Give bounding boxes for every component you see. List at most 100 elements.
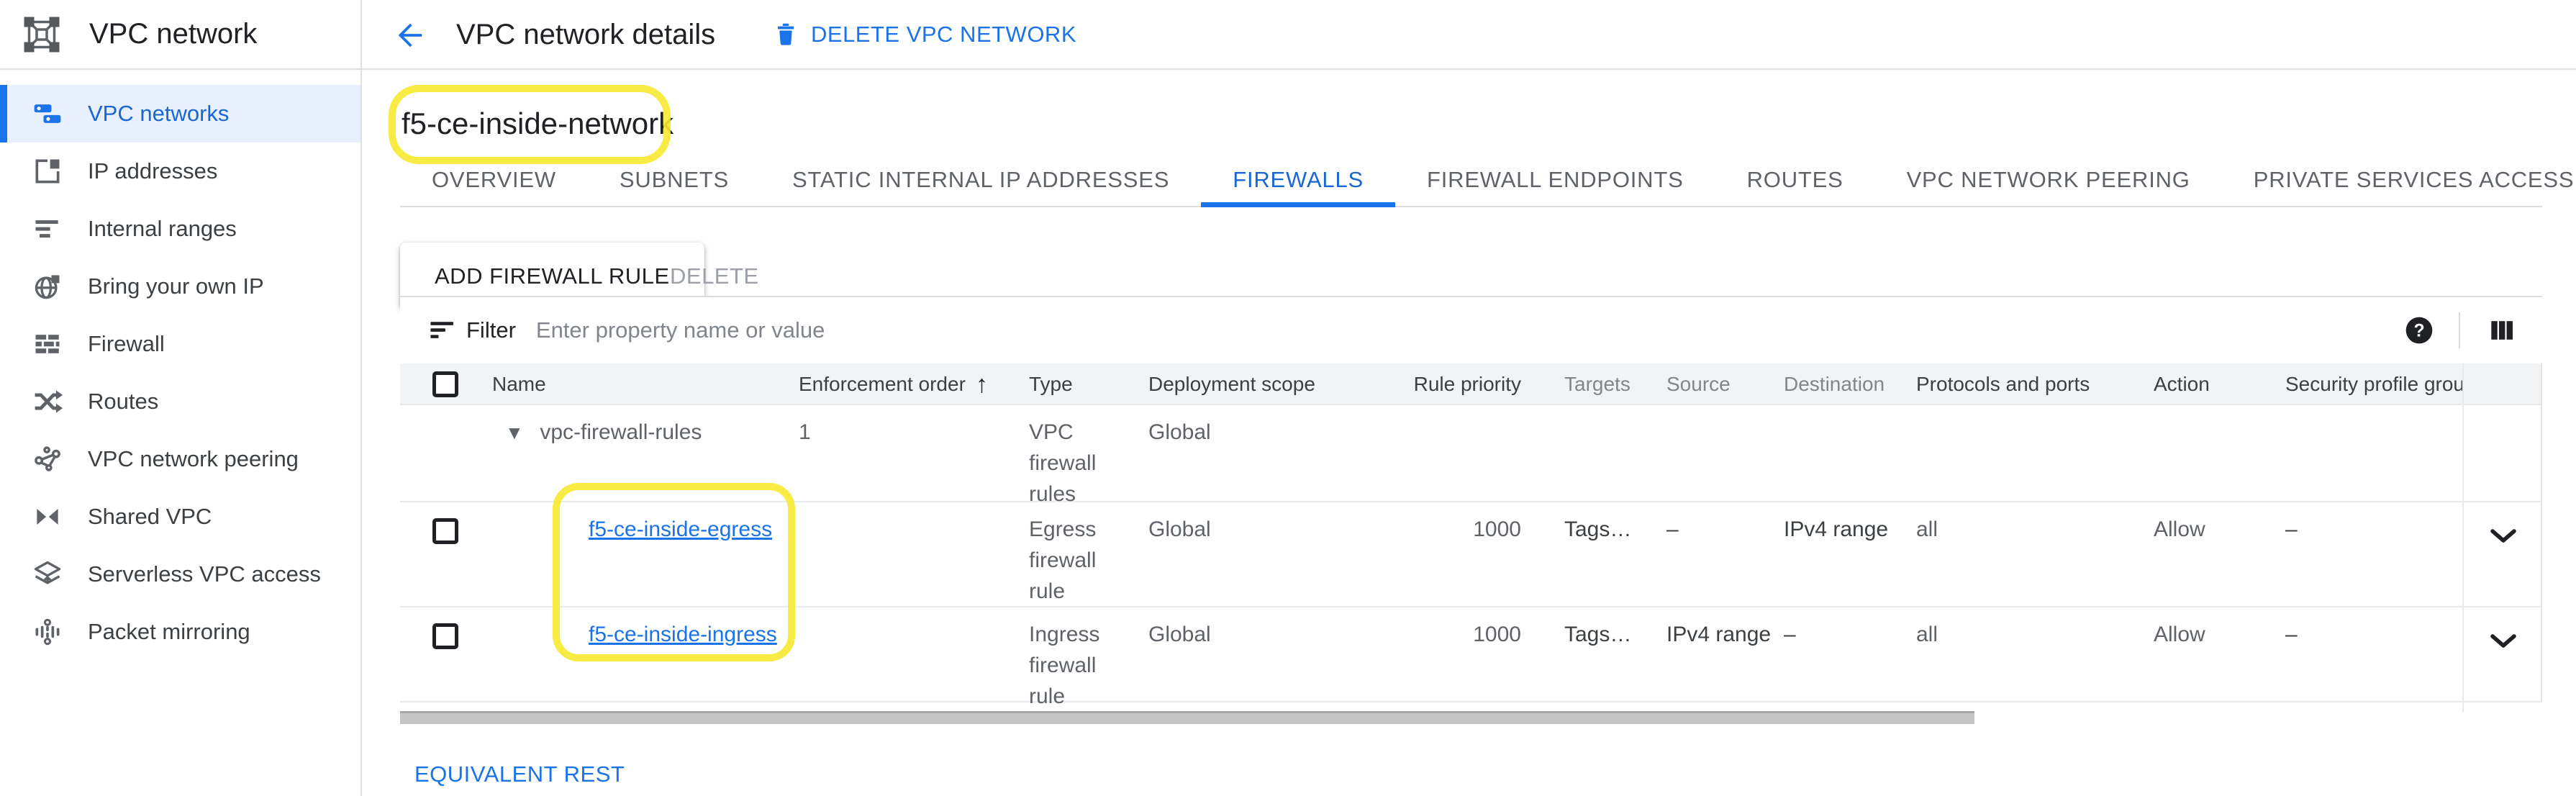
back-arrow-icon[interactable] <box>393 19 426 52</box>
selected-indicator <box>0 85 7 143</box>
row-checkbox[interactable] <box>432 518 458 544</box>
column-header-type[interactable]: Type <box>1029 373 1148 396</box>
page-header: VPC network details DELETE VPC NETWORK <box>362 0 2576 70</box>
trash-icon <box>772 19 799 50</box>
help-icon[interactable]: ? <box>2403 315 2435 346</box>
routes-icon <box>32 386 63 417</box>
tab-overview[interactable]: OVERVIEW <box>400 153 588 206</box>
checkbox-cell <box>400 405 492 421</box>
equivalent-rest-link[interactable]: EQUIVALENT REST <box>414 761 625 787</box>
deployment-scope-cell: Global <box>1148 607 1357 650</box>
vpc-network-peering-icon <box>32 443 63 475</box>
table-header-row: Name Enforcement order ↑ Type Deployment… <box>400 363 2542 405</box>
tab-firewall-endpoints[interactable]: FIREWALL ENDPOINTS <box>1395 153 1715 206</box>
bring-your-own-ip-icon <box>32 271 63 302</box>
checkbox-cell <box>400 607 492 649</box>
select-all-checkbox[interactable] <box>432 371 458 397</box>
tab-label: FIREWALL ENDPOINTS <box>1427 167 1684 193</box>
targets-cell <box>1521 405 1666 417</box>
firewall-icon <box>32 328 63 360</box>
sidebar-item-internal-ranges[interactable]: Internal ranges <box>0 200 360 258</box>
tab-label: ROUTES <box>1747 167 1843 193</box>
column-header-targets[interactable]: Targets <box>1521 373 1666 396</box>
column-header-deployment-scope[interactable]: Deployment scope <box>1148 373 1357 396</box>
security-profile-group-cell: – <box>2277 607 2462 650</box>
column-header-source[interactable]: Source <box>1666 373 1784 396</box>
tab-bar: OVERVIEW SUBNETS STATIC INTERNAL IP ADDR… <box>400 153 2542 207</box>
sidebar: VPC network VPC networks <box>0 0 362 796</box>
tab-vpc-network-peering[interactable]: VPC NETWORK PEERING <box>1875 153 2222 206</box>
sidebar-item-firewall[interactable]: Firewall <box>0 315 360 373</box>
name-cell: f5-ce-inside-egress <box>492 502 799 545</box>
sidebar-item-packet-mirroring[interactable]: Packet mirroring <box>0 603 360 661</box>
table-right-border <box>2541 363 2542 702</box>
chevron-down-icon[interactable] <box>2489 629 2518 712</box>
column-header-rule-priority[interactable]: Rule priority <box>1357 373 1521 396</box>
delete-vpc-network-button[interactable]: DELETE VPC NETWORK <box>772 19 1076 50</box>
sidebar-nav: VPC networks IP addresses <box>0 70 360 661</box>
tab-label: PRIVATE SERVICES ACCESS <box>2254 167 2575 193</box>
tab-subnets[interactable]: SUBNETS <box>588 153 761 206</box>
sidebar-item-vpc-network-peering[interactable]: VPC network peering <box>0 430 360 488</box>
column-header-name[interactable]: Name <box>492 373 799 396</box>
checkbox-cell <box>400 502 492 544</box>
protocols-cell: all <box>1913 607 2149 650</box>
group-name: vpc-firewall-rules <box>540 420 702 444</box>
vpc-network-logo-icon <box>22 14 62 55</box>
sidebar-item-shared-vpc[interactable]: Shared VPC <box>0 488 360 546</box>
active-tab-underline <box>1201 202 1395 207</box>
column-header-action[interactable]: Action <box>2149 373 2277 396</box>
sidebar-item-label: Packet mirroring <box>88 619 250 645</box>
header-checkbox-cell <box>400 371 492 397</box>
destination-cell: IPv4 range <box>1784 502 1913 545</box>
security-profile-group-cell: – <box>2277 502 2462 545</box>
action-cell: Allow <box>2149 607 2277 650</box>
targets-cell: Tags… <box>1521 502 1666 545</box>
source-cell <box>1666 405 1784 417</box>
column-header-label: Enforcement order <box>799 373 966 396</box>
tab-private-services-access[interactable]: PRIVATE SERVICES ACCESS <box>2222 153 2576 206</box>
firewall-rule-link[interactable]: f5-ce-inside-egress <box>589 517 772 541</box>
tab-label: FIREWALLS <box>1233 167 1364 193</box>
app-title: VPC network <box>89 18 257 50</box>
horizontal-scrollbar-thumb[interactable] <box>400 711 1974 724</box>
column-header-protocols-and-ports[interactable]: Protocols and ports <box>1913 373 2149 396</box>
sidebar-item-vpc-networks[interactable]: VPC networks <box>0 85 360 143</box>
source-cell: – <box>1666 502 1784 545</box>
sort-ascending-icon: ↑ <box>976 371 988 399</box>
page-title: VPC network details <box>456 19 715 51</box>
sidebar-item-bring-your-own-ip[interactable]: Bring your own IP <box>0 258 360 315</box>
filter-input[interactable] <box>536 317 1759 343</box>
tab-routes[interactable]: ROUTES <box>1715 153 1875 206</box>
packet-mirroring-icon <box>32 616 63 648</box>
tab-label: VPC NETWORK PEERING <box>1907 167 2190 193</box>
firewall-rule-link[interactable]: f5-ce-inside-ingress <box>589 623 777 646</box>
sidebar-item-routes[interactable]: Routes <box>0 373 360 430</box>
internal-ranges-icon <box>32 213 63 245</box>
tab-firewalls[interactable]: FIREWALLS <box>1201 153 1395 206</box>
chevron-down-icon[interactable] <box>2489 524 2518 607</box>
type-cell: Ingress firewall rule <box>1029 607 1148 712</box>
rule-priority-cell: 1000 <box>1357 502 1521 545</box>
column-header-enforcement-order[interactable]: Enforcement order ↑ <box>799 371 1029 399</box>
sidebar-item-label: Shared VPC <box>88 504 212 530</box>
type-cell: VPC firewall rules <box>1029 405 1148 510</box>
collapse-triangle-icon[interactable]: ▼ <box>505 417 527 448</box>
tab-static-internal-ip-addresses[interactable]: STATIC INTERNAL IP ADDRESSES <box>761 153 1201 206</box>
svg-text:?: ? <box>2413 321 2424 340</box>
column-header-security-profile-group[interactable]: Security profile group <box>2277 373 2462 396</box>
column-display-icon[interactable] <box>2486 315 2518 346</box>
expand-cell <box>2462 607 2542 712</box>
enforcement-order-cell <box>799 502 1029 514</box>
sidebar-item-ip-addresses[interactable]: IP addresses <box>0 143 360 200</box>
sidebar-item-label: Routes <box>88 389 158 415</box>
rule-priority-cell <box>1357 405 1521 417</box>
tab-label: OVERVIEW <box>432 167 556 193</box>
sidebar-item-serverless-vpc-access[interactable]: Serverless VPC access <box>0 546 360 603</box>
tab-label: SUBNETS <box>620 167 729 193</box>
row-checkbox[interactable] <box>432 623 458 649</box>
deployment-scope-cell: Global <box>1148 502 1357 545</box>
column-header-destination[interactable]: Destination <box>1784 373 1913 396</box>
shared-vpc-icon <box>32 501 63 533</box>
sidebar-header: VPC network <box>0 0 360 70</box>
